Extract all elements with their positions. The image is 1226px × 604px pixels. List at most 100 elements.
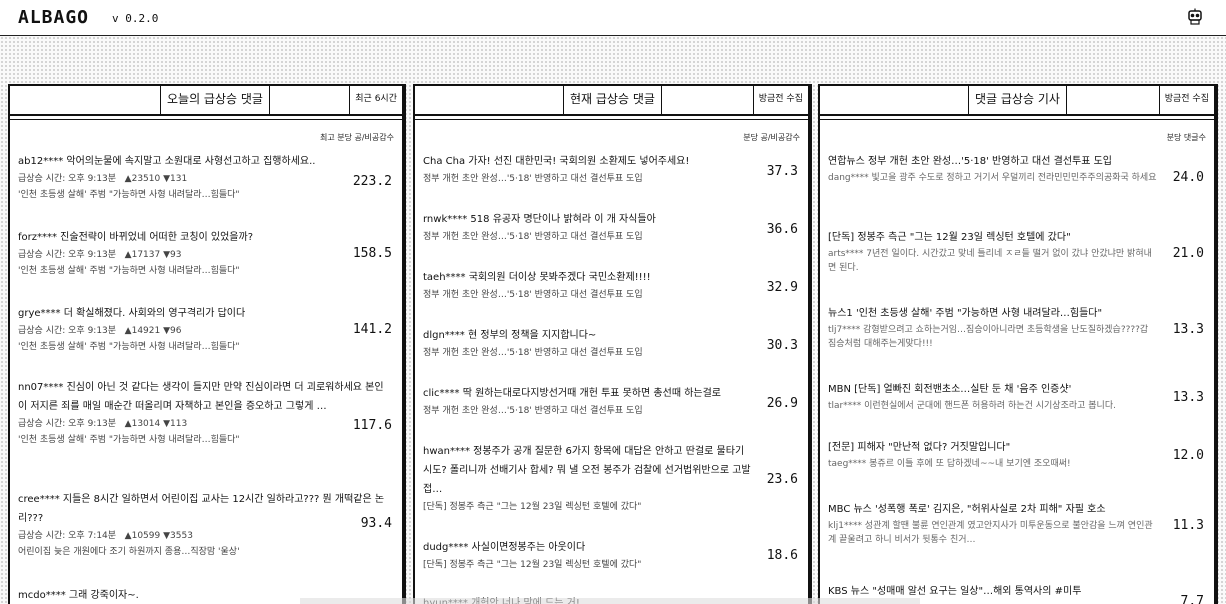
article-title[interactable]: '인천 초등생 살해' 주범 "가능하면 사형 내려달라…힘들다" [18,263,392,279]
article-title[interactable]: [단독] 정봉주 측근 "그는 12월 23일 렉싱턴 호텔에 갔다" [423,499,798,515]
panel-header: 현재 급상승 댓글 방금전 수집 [415,86,808,116]
article-title[interactable]: MBC 뉴스 '성폭행 폭로' 김지은, "허위사실로 2차 피해" 자필 호소 [828,500,1158,519]
panel-subtitle: 최근 6시간 [349,86,402,114]
list-item[interactable]: rnwk**** 518 유공자 명단이나 밝혀라 이 개 자식들아 정부 개헌… [423,210,798,245]
comment-title[interactable]: dudg**** 사실이면정봉주는 아웃이다 [423,538,754,557]
article-title[interactable]: '인천 초등생 살해' 주범 "가능하면 사형 내려달라…힘들다" [18,187,392,203]
score: 21.0 [1172,246,1204,261]
top-comment: taeg**** 봉쥬르 이틀 후에 또 답하겠네~~내 보기엔 조오때써! [828,459,1071,469]
downvotes: ▼96 [163,326,182,336]
downvotes: ▼93 [163,250,182,260]
top-comment: tlj7**** 감형받으려고 쇼하는거임…짐승이아니라면 초등학생을 난도질하… [828,325,1149,349]
list-item[interactable]: 연합뉴스 정부 개헌 초안 완성…'5·18' 반영하고 대선 결선투표 도입 … [828,152,1204,185]
panel-current-rising-comments: 현재 급상승 댓글 방금전 수집 분당 공/비공감수 Cha Cha 가자! 선… [413,84,812,604]
panel-subtitle: 방금전 수집 [1158,86,1214,114]
article-title[interactable]: 정부 개헌 초안 완성…'5·18' 반영하고 대선 결선투표 도입 [423,403,798,419]
top-comment: arts**** 7년전 일이다. 시간갔고 맞네 틀리네 ㅈㄹ들 떨거 없이 … [828,249,1152,273]
app-logo[interactable]: ALBAGO [18,7,89,28]
comment-title[interactable]: clic**** 딱 원하는대로다지방선거때 개헌 투표 못하면 총선때 하는걸… [423,384,754,403]
list-item[interactable]: MBN [단독] 얼빠진 회전밴초소…실탄 둔 채 '음주 인증샷' tlar*… [828,380,1204,413]
list-item[interactable]: ab12**** 악어의눈물에 속지말고 소원대로 사형선고하고 집행하세요..… [18,152,392,203]
score: 18.6 [766,548,798,563]
article-title[interactable]: [전문] 피해자 "만난적 없다? 거짓말입니다" [828,438,1158,457]
comment-title[interactable]: hwan**** 정봉주가 공개 질문한 6가지 항목에 대답은 안하고 딴걸로… [423,442,754,499]
comment-title[interactable]: Cha Cha 가자! 선진 대한민국! 국회의원 소환제도 넣어주세요! [423,152,754,171]
panel-subtitle: 방금전 수집 [752,86,808,114]
panel-header: 오늘의 급상승 댓글 최근 6시간 [10,86,402,116]
article-title[interactable]: 정부 개헌 초안 완성…'5·18' 반영하고 대선 결선투표 도입 [423,345,798,361]
score: 223.2 [352,174,392,189]
score: 13.3 [1172,322,1204,337]
score: 13.3 [1172,390,1204,405]
article-title[interactable]: '인천 초등생 살해' 주범 "가능하면 사형 내려달라…힘들다" [18,432,392,448]
list-item[interactable]: dudg**** 사실이면정봉주는 아웃이다 [단독] 정봉주 측근 "그는 1… [423,538,798,573]
comment-title[interactable]: ab12**** 악어의눈물에 속지말고 소원대로 사형선고하고 집행하세요.. [18,152,392,171]
list-item[interactable]: grye**** 더 확실해졌다. 사회와의 영구격리가 답이다 급상승 시간:… [18,304,392,355]
list-item[interactable]: clic**** 딱 원하는대로다지방선거때 개헌 투표 못하면 총선때 하는걸… [423,384,798,419]
list-item[interactable]: 뉴스1 '인천 초등생 살해' 주범 "가능하면 사형 내려달라…힘들다" tl… [828,304,1204,351]
panel-title: 현재 급상승 댓글 [563,86,662,114]
score: 30.3 [766,338,798,353]
list-item[interactable]: dlgn**** 현 정부의 정책을 지지합니다~ 정부 개헌 초안 완성…'5… [423,326,798,361]
article-title[interactable]: 어린이집 늦은 개원에다 조기 하원까지 종용…직장맘 '울상' [18,544,392,560]
score: 36.6 [766,222,798,237]
score: 141.2 [352,322,392,337]
list-item[interactable]: nn07**** 진심이 아닌 것 같다는 생각이 들지만 만약 진심이라면 더… [18,378,392,448]
comment-title[interactable]: taeh**** 국회의원 더이상 못봐주겠다 국민소환제!!!! [423,268,754,287]
comment-title[interactable]: nn07**** 진심이 아닌 것 같다는 생각이 들지만 만약 진심이라면 더… [18,378,392,416]
list-item[interactable]: Cha Cha 가자! 선진 대한민국! 국회의원 소환제도 넣어주세요! 정부… [423,152,798,187]
panel-rising-articles: 댓글 급상승 기사 방금전 수집 분당 댓글수 연합뉴스 정부 개헌 초안 완성… [818,84,1218,604]
list-item[interactable]: taeh**** 국회의원 더이상 못봐주겠다 국민소환제!!!! 정부 개헌 … [423,268,798,303]
downvotes: ▼3553 [163,531,193,541]
rise-time: 급상승 시간: 오후 9:13분 [18,326,117,336]
rise-time: 급상승 시간: 오후 7:14분 [18,531,117,541]
list-item[interactable]: [전문] 피해자 "만난적 없다? 거짓말입니다" taeg**** 봉쥬르 이… [828,438,1204,471]
column-header: 분당 댓글수 [1166,133,1206,142]
article-title[interactable]: 정부 개헌 초안 완성…'5·18' 반영하고 대선 결선투표 도입 [423,229,798,245]
score: 117.6 [352,418,392,433]
panel-today-rising-comments: 오늘의 급상승 댓글 최근 6시간 최고 분당 공/비공감수 ab12**** … [8,84,406,604]
article-title[interactable]: [단독] 정봉주 측근 "그는 12월 23일 렉싱턴 호텔에 갔다" [423,557,798,573]
downvotes: ▼131 [163,174,188,184]
top-comment: klj1**** 성관계 할땐 불륜 연인관계 였고안지사가 미투운동으로 불안… [828,521,1153,545]
upvotes: ▲17137 [124,250,161,260]
panel-header: 댓글 급상승 기사 방금전 수집 [820,86,1214,116]
upvotes: ▲10599 [124,531,161,541]
app-version: v 0.2.0 [112,12,159,25]
panel-title: 오늘의 급상승 댓글 [160,86,270,114]
comment-title[interactable]: grye**** 더 확실해졌다. 사회와의 영구격리가 답이다 [18,304,392,323]
list-item[interactable]: cree**** 지들은 8시간 일하면서 어린이집 교사는 12시간 일하라고… [18,490,392,560]
score: 37.3 [766,164,798,179]
top-comment: tlar**** 이런현실에서 군대에 핸드폰 허용하려 하는건 시기상조라고 … [828,401,1116,411]
article-title[interactable]: 정부 개헌 초안 완성…'5·18' 반영하고 대선 결선투표 도입 [423,171,798,187]
top-comment: dang**** 빛고을 광주 수도로 정하고 거기서 우덜끼리 전라민민민주주… [828,173,1157,183]
column-header: 최고 분당 공/비공감수 [319,133,394,142]
scroll-shadow [300,598,920,604]
upvotes: ▲23510 [124,174,161,184]
list-item[interactable]: [단독] 정봉주 측근 "그는 12월 23일 렉싱턴 호텔에 갔다" arts… [828,228,1204,275]
article-title[interactable]: MBN [단독] 얼빠진 회전밴초소…실탄 둔 채 '음주 인증샷' [828,380,1158,399]
comment-title[interactable]: cree**** 지들은 8시간 일하면서 어린이집 교사는 12시간 일하라고… [18,490,392,528]
list-item[interactable]: MBC 뉴스 '성폭행 폭로' 김지은, "허위사실로 2차 피해" 자필 호소… [828,500,1204,547]
upvotes: ▲14921 [124,326,161,336]
list-item[interactable]: forz**** 진술전략이 바뀌었네 어떠한 코칭이 있었을까? 급상승 시간… [18,228,392,279]
rise-time: 급상승 시간: 오후 9:13분 [18,250,117,260]
score: 158.5 [352,246,392,261]
comment-title[interactable]: rnwk**** 518 유공자 명단이나 밝혀라 이 개 자식들아 [423,210,754,229]
article-title[interactable]: 정부 개헌 초안 완성…'5·18' 반영하고 대선 결선투표 도입 [423,287,798,303]
downvotes: ▼113 [163,419,188,429]
rise-time: 급상승 시간: 오후 9:13분 [18,419,117,429]
comment-title[interactable]: forz**** 진술전략이 바뀌었네 어떠한 코칭이 있었을까? [18,228,392,247]
list-item[interactable]: hwan**** 정봉주가 공개 질문한 6가지 항목에 대답은 안하고 딴걸로… [423,442,798,515]
panel-title: 댓글 급상승 기사 [968,86,1067,114]
article-title[interactable]: [단독] 정봉주 측근 "그는 12월 23일 렉싱턴 호텔에 갔다" [828,228,1158,247]
article-title[interactable]: '인천 초등생 살해' 주범 "가능하면 사형 내려달라…힘들다" [18,339,392,355]
comment-title[interactable]: dlgn**** 현 정부의 정책을 지지합니다~ [423,326,754,345]
article-title[interactable]: 연합뉴스 정부 개헌 초안 완성…'5·18' 반영하고 대선 결선투표 도입 [828,152,1158,171]
robot-icon[interactable] [1186,8,1204,26]
column-header: 분당 공/비공감수 [743,133,800,142]
article-title[interactable]: 뉴스1 '인천 초등생 살해' 주범 "가능하면 사형 내려달라…힘들다" [828,304,1158,323]
score: 32.9 [766,280,798,295]
upvotes: ▲13014 [124,419,161,429]
score: 7.7 [1180,594,1204,604]
